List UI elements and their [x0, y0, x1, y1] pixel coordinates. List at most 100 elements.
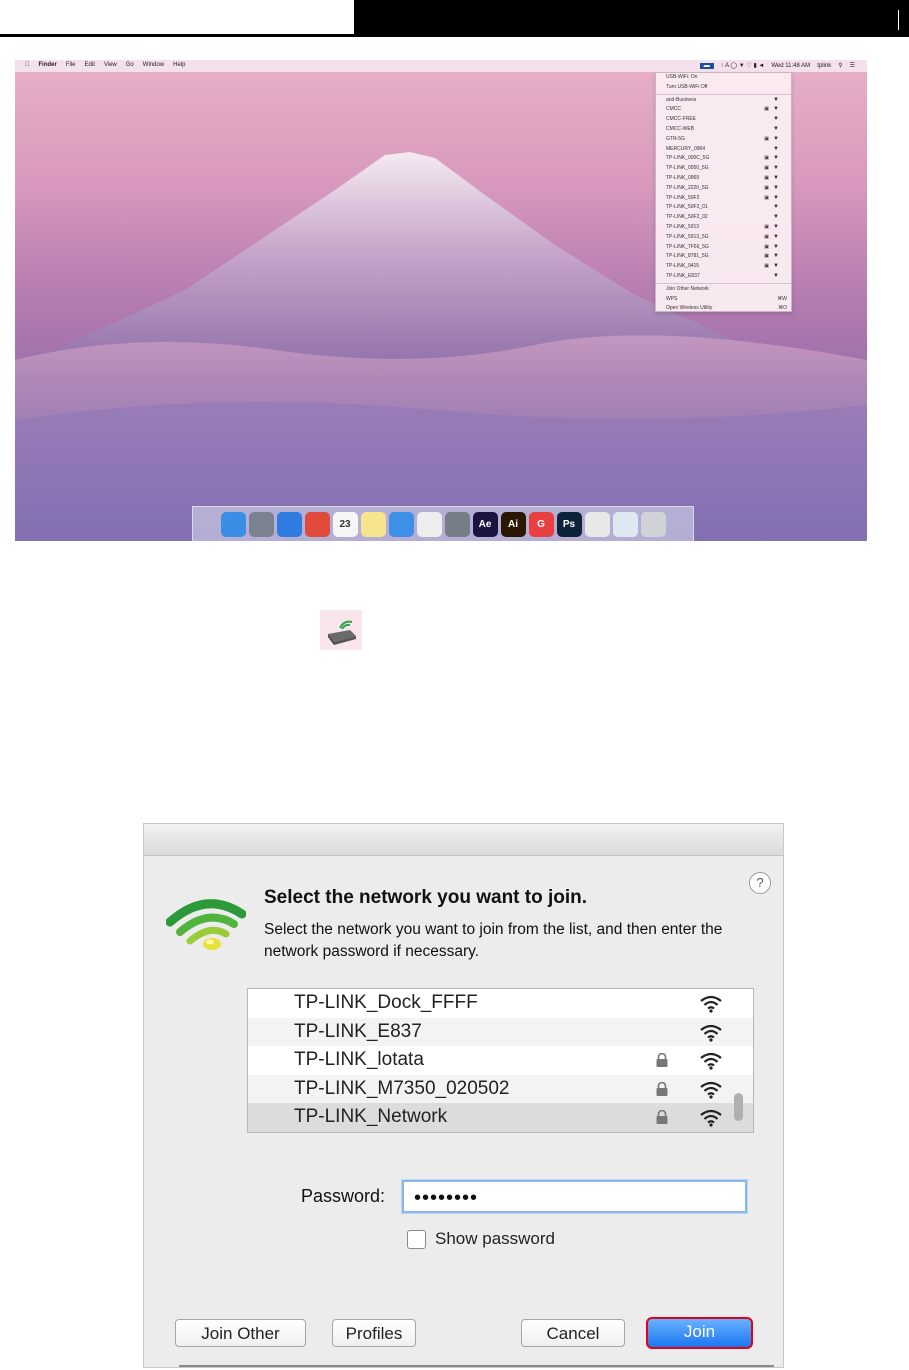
wifi-menu-item[interactable]: TP-LINK_0969 ▣ ▼ [656, 174, 791, 184]
wifi-menu-item[interactable]: Open Wireless Utility ⌘O [656, 304, 791, 314]
wifi-menu-item[interactable]: TP-LINK_000C_5G ▣ ▼ [656, 154, 791, 164]
wifi-signal-icon: ▼ [773, 263, 779, 270]
preview-icon[interactable] [612, 512, 638, 537]
wifi-signal-icon: ▼ [773, 243, 779, 250]
wifi-signal-icon: ▼ [773, 155, 779, 162]
show-password-label: Show password [435, 1229, 556, 1248]
show-password-checkbox[interactable] [407, 1229, 426, 1249]
usb-wifi-adapter-icon [320, 610, 362, 650]
network-row[interactable]: TP-LINK_Network [248, 1103, 753, 1132]
wifi-menu-item[interactable]: CMCC ▣ ▼ [656, 105, 791, 115]
menu-file[interactable]: File [66, 62, 76, 68]
wifi-menu-item[interactable]: TP-LINK_5913_5G ▣ ▼ [656, 233, 791, 243]
wifi-menu-item-label: TP-LINK_0050_5G [666, 165, 709, 172]
wifi-menu-item[interactable]: TP-LINK_2220_5G ▣ ▼ [656, 184, 791, 194]
network-row[interactable]: TP-LINK_Dock_FFFF [248, 989, 753, 1018]
usb-wifi-status-icon[interactable]: ▬ [699, 62, 714, 69]
network-row[interactable]: TP-LINK_lotata [248, 1046, 753, 1075]
wifi-menu-item[interactable]: CMCC-FREE ▼ [656, 115, 791, 125]
wifi-signal-icon [700, 1024, 722, 1042]
app-store-icon[interactable] [388, 512, 414, 537]
wifi-menu-item[interactable]: Join Other Network [656, 285, 791, 295]
menu-finder[interactable]: Finder [39, 62, 57, 68]
wifi-menu-item-label: Turn USB-WiFi Off [666, 83, 708, 90]
menu-view[interactable]: View [104, 62, 117, 68]
network-name: TP-LINK_E837 [294, 1020, 422, 1042]
list-icon[interactable]: ☰ [850, 62, 855, 69]
photoshop-icon[interactable]: Ps [556, 512, 582, 537]
app-g-icon[interactable]: G [528, 512, 554, 537]
menu-window[interactable]: Window [143, 62, 164, 68]
textedit-icon[interactable] [416, 512, 442, 537]
wifi-menu-item-label: CMCC [666, 106, 681, 113]
network-list-scrollbar[interactable] [734, 1093, 743, 1121]
wifi-menu-item[interactable]: TP-LINK_0050_5G ▣ ▼ [656, 164, 791, 174]
network-name: TP-LINK_lotata [294, 1049, 424, 1071]
dialog-title-bar[interactable] [144, 824, 783, 856]
lock-icon: ▣ [764, 253, 769, 260]
wifi-menu-item[interactable]: TP-LINK_5913 ▣ ▼ [656, 223, 791, 233]
wifi-menu-item[interactable]: TP-LINK_9415 ▣ ▼ [656, 262, 791, 272]
show-password-option[interactable]: Show password [407, 1229, 555, 1249]
header-divider [898, 10, 899, 30]
status-icons: ↑ A ◯ ▼ ♡ ▮ ◄ [720, 63, 765, 69]
wifi-menu-item-label: TP-LINK_7F66_5G [666, 243, 709, 250]
wifi-menu-item-label: USB-WiFi: On [666, 74, 698, 80]
menu-edit[interactable]: Edit [85, 62, 95, 68]
join-network-dialog: ? Select the network you want to join. S… [143, 823, 784, 1368]
profiles-button[interactable]: Profiles [332, 1319, 416, 1347]
wifi-menu-item-label: TP-LINK_8781_5G [666, 253, 709, 260]
wifi-menu-item[interactable]: GTR-5G ▣ ▼ [656, 135, 791, 145]
wifi-menu-item[interactable]: TP-LINK_50F2_01 ▼ [656, 203, 791, 213]
wifi-menu-item[interactable]: Turn USB-WiFi Off [656, 83, 791, 93]
header-black-segment [354, 0, 909, 37]
wifi-menu-item[interactable]: MERCURY_0964 ▼ [656, 145, 791, 155]
wifi-logo-icon [166, 899, 246, 950]
join-other-button[interactable]: Join Other [175, 1319, 306, 1347]
join-button[interactable]: Join [646, 1317, 753, 1349]
calendar-icon[interactable]: 23 [332, 512, 358, 537]
wifi-menu-item-label: CMCC-WEB [666, 125, 695, 132]
wifi-signal-icon: ▼ [773, 116, 779, 123]
page-header-bar [0, 0, 909, 38]
usb-wifi-dropdown-menu: USB-WiFi: On Turn USB-WiFi Off and-Busines… [655, 72, 792, 312]
search-icon[interactable]: ⚲ [838, 62, 842, 69]
finder-icon[interactable] [220, 512, 246, 537]
wifi-menu-item[interactable]: WPS ⌘W [656, 295, 791, 305]
chrome-icon[interactable] [304, 512, 330, 537]
cancel-button[interactable]: Cancel [521, 1319, 625, 1347]
usb-utility-icon[interactable] [584, 512, 610, 537]
password-field[interactable]: •••••••• [402, 1180, 747, 1213]
menu-bar-left:  Finder File Edit View Go Window Help [25, 62, 185, 68]
launchpad-icon[interactable] [248, 512, 274, 537]
wifi-signal-icon: ▼ [773, 165, 779, 172]
system-preferences-icon[interactable] [444, 512, 470, 537]
network-list[interactable]: TP-LINK_Dock_FFFF TP-LINK_E837 TP-LINK_lot… [247, 988, 754, 1133]
lock-icon [656, 1053, 668, 1068]
wifi-menu-item[interactable]: USB-WiFi: On [656, 73, 791, 83]
user-name[interactable]: tplink [817, 63, 831, 69]
wifi-menu-item[interactable]: CMCC-WEB ▼ [656, 125, 791, 135]
header-white-segment [0, 0, 354, 37]
dialog-subtext: Select the network you want to join from… [264, 921, 723, 960]
wifi-menu-item[interactable]: TP-LINK_50F2_02 ▼ [656, 213, 791, 223]
illustrator-icon[interactable]: Ai [500, 512, 526, 537]
network-row[interactable]: TP-LINK_E837 [248, 1017, 753, 1047]
menu-go[interactable]: Go [126, 62, 134, 68]
network-row[interactable]: TP-LINK_M7350_020502 [248, 1074, 753, 1104]
wifi-menu-item[interactable]: TP-LINK_50F2 ▣ ▼ [656, 194, 791, 204]
wifi-menu-item[interactable]: TP-LINK_E837 ▼ [656, 272, 791, 282]
wifi-menu-item-label: CMCC-FREE [666, 116, 696, 123]
notes-icon[interactable] [360, 512, 386, 537]
safari-icon[interactable] [276, 512, 302, 537]
help-button[interactable]: ? [749, 872, 771, 894]
wifi-menu-item[interactable]: and-Business ▼ [656, 96, 791, 106]
apple-icon[interactable]:  [25, 62, 30, 68]
wifi-menu-item[interactable]: TP-LINK_7F66_5G ▣ ▼ [656, 243, 791, 253]
menu-help[interactable]: Help [173, 62, 185, 68]
wifi-signal-icon: ▼ [773, 253, 779, 260]
trash-icon[interactable] [640, 512, 666, 537]
wifi-menu-item[interactable]: TP-LINK_8781_5G ▣ ▼ [656, 252, 791, 262]
wifi-signal-icon: ▼ [773, 125, 779, 132]
after-effects-icon[interactable]: Ae [472, 512, 498, 537]
